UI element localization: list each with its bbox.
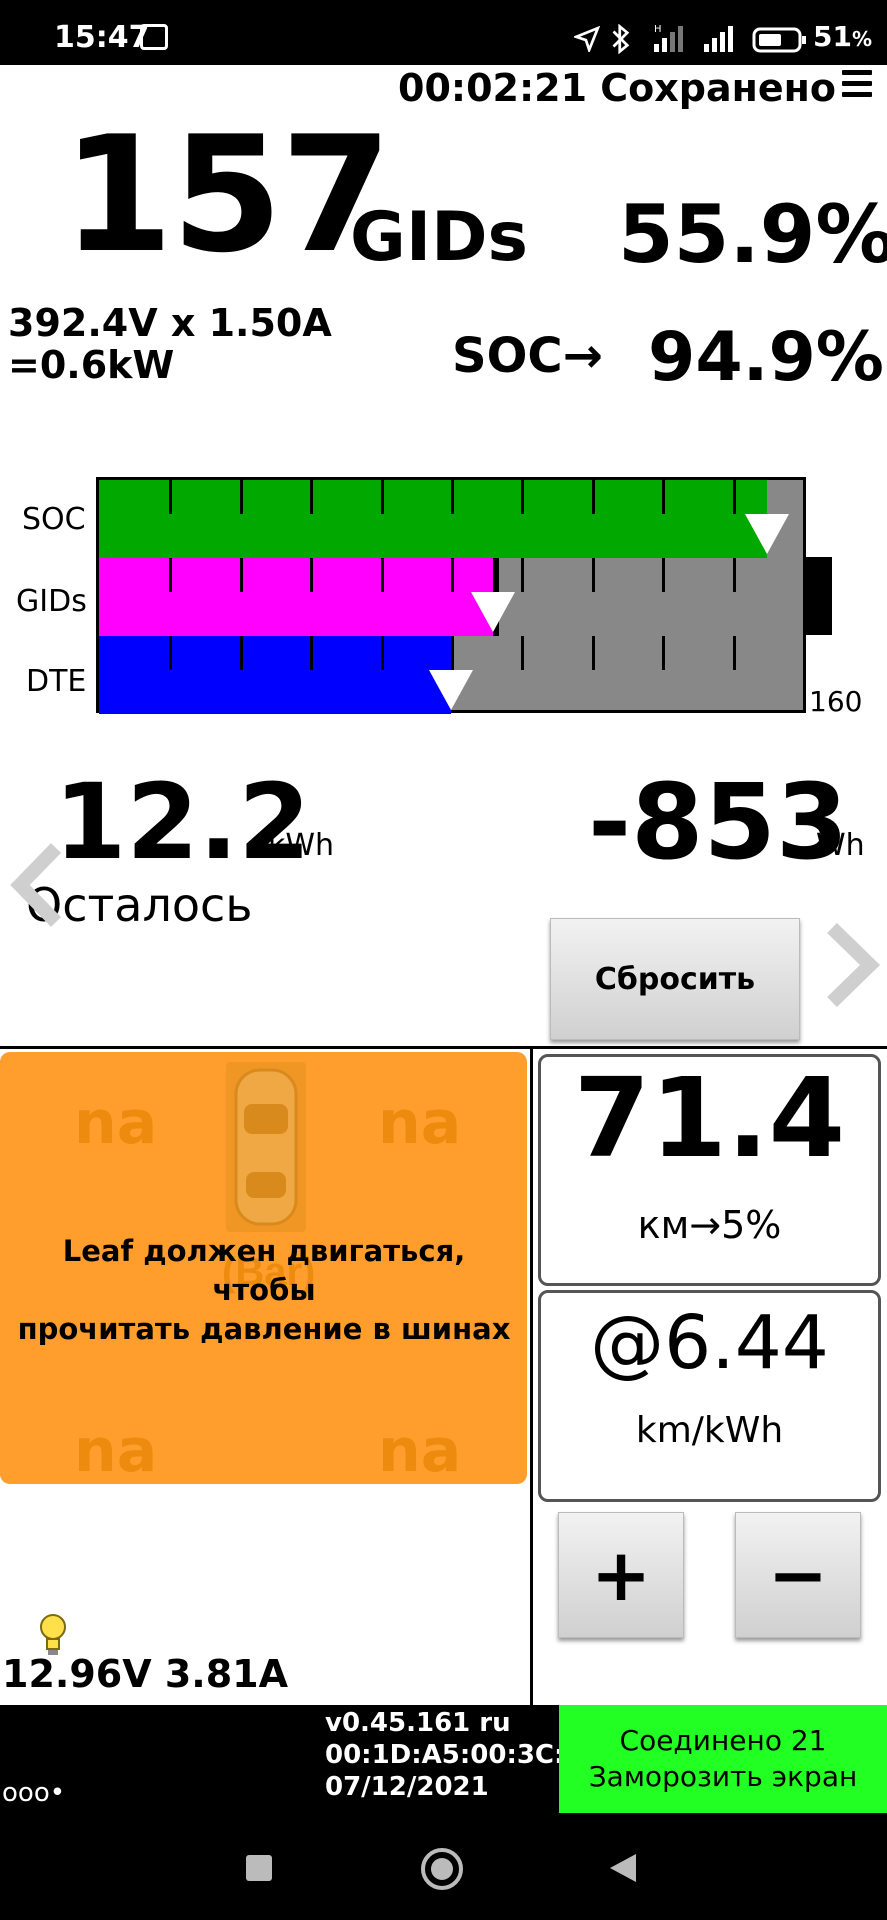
gauge-tick <box>733 480 736 514</box>
gauge-tick <box>169 558 172 592</box>
activity-dots: ooo• <box>2 1778 66 1808</box>
gauge-tick <box>381 480 384 514</box>
back-icon[interactable] <box>608 1852 638 1884</box>
soc-label: SOC→ <box>452 328 603 384</box>
dte-bar <box>99 636 451 714</box>
battery-terminal <box>806 557 832 635</box>
gauge-tick <box>662 558 665 592</box>
range-value: 71.4 <box>573 1054 846 1182</box>
gauge-tick <box>240 480 243 514</box>
recents-icon[interactable] <box>246 1855 272 1881</box>
plus-button[interactable]: + <box>558 1512 684 1638</box>
vertical-divider <box>530 1046 533 1706</box>
signal-1-icon: H <box>654 24 683 52</box>
location-icon <box>574 26 600 52</box>
status-bar: 15:47 H 51% <box>0 0 887 65</box>
battery-percent: 51% <box>813 20 873 53</box>
chevron-left-icon[interactable] <box>8 840 64 930</box>
gauge-tick <box>733 558 736 592</box>
gauge-tick <box>733 636 736 670</box>
gauge-tick <box>521 558 524 592</box>
voltage-current-text: 392.4V x 1.50A <box>8 301 332 345</box>
gauge-tick <box>662 636 665 670</box>
bluetooth-icon <box>612 24 630 54</box>
gauge-tick <box>521 636 524 670</box>
gauge-tick <box>240 636 243 670</box>
gauge-tick <box>381 558 384 592</box>
battery-icon <box>752 27 806 53</box>
gauge-tick <box>592 636 595 670</box>
gauge-tick <box>381 636 384 670</box>
gauge-tick <box>310 480 313 514</box>
tyre-front-right: na <box>378 1088 462 1158</box>
connection-status: Соединено 21 <box>619 1724 827 1757</box>
gallery-notification-icon <box>140 24 168 50</box>
efficiency-unit: km/kWh <box>635 1410 784 1451</box>
dte-marker <box>429 670 473 710</box>
horizontal-divider <box>0 1046 887 1049</box>
efficiency-value: @6.44 <box>590 1300 829 1386</box>
soc-value: 94.9% <box>648 318 884 397</box>
status-time: 15:47 <box>54 20 150 55</box>
gauge-tick <box>451 636 454 670</box>
gauge-label-soc: SOC <box>22 502 86 537</box>
gauge-tick <box>451 558 454 592</box>
gauge-tick <box>310 636 313 670</box>
range-sub: км→5% <box>637 1203 782 1247</box>
home-icon[interactable] <box>421 1848 463 1890</box>
svg-text:H: H <box>654 24 662 35</box>
gids-marker <box>471 592 515 632</box>
soc-marker <box>745 514 789 554</box>
gauge-tick <box>169 636 172 670</box>
tyre-rear-left: na <box>74 1416 158 1486</box>
used-energy-unit: Wh <box>816 828 865 863</box>
gids-value: 157 <box>62 101 392 288</box>
gauge-scale-max: 160 <box>809 685 863 718</box>
gauge-tick <box>521 480 524 514</box>
signal-2-icon <box>704 26 733 52</box>
tyre-message: Leaf должен двигаться, чтобы прочитать д… <box>8 1232 520 1349</box>
voltage-current: 392.4V x 1.50A =0.6kW <box>8 301 332 387</box>
power-text: =0.6kW <box>8 342 175 387</box>
gids-label: GIDs <box>350 198 529 277</box>
freeze-screen-label: Заморозить экран <box>588 1760 858 1794</box>
gauge-tick <box>592 480 595 514</box>
gauge-tick <box>310 558 313 592</box>
tyre-message-line2: прочитать давление в шинах <box>17 1312 511 1347</box>
gauge-label-gids: GIDs <box>16 584 87 619</box>
tyre-front-left: na <box>74 1088 158 1158</box>
gauge-tick <box>592 558 595 592</box>
gauge-tick <box>169 480 172 514</box>
reset-button[interactable]: Сбросить <box>550 918 800 1040</box>
remaining-energy-unit: kWh <box>268 828 335 863</box>
chevron-right-icon[interactable] <box>822 920 882 1010</box>
connection-button[interactable]: Соединено 21 Заморозить экран <box>559 1705 887 1813</box>
car-top-view-icon <box>226 1062 306 1232</box>
gids-percent: 55.9% <box>618 188 887 281</box>
gauge-label-dte: DTE <box>26 664 87 699</box>
menu-icon[interactable] <box>842 70 872 98</box>
minus-button[interactable]: − <box>735 1512 861 1638</box>
tyre-message-line1: Leaf должен двигаться, чтобы <box>62 1234 466 1308</box>
gauge-tick <box>662 480 665 514</box>
tyre-rear-right: na <box>378 1416 462 1486</box>
aux-battery-readout: 12.96V 3.81A <box>2 1652 289 1696</box>
used-energy-value: -853 <box>588 761 849 883</box>
gids-bar <box>99 558 493 636</box>
soc-bar <box>99 480 767 558</box>
battery-gauge <box>96 477 806 714</box>
elapsed-time-saved: 00:02:21 Сохранено <box>398 66 837 110</box>
gauge-tick <box>451 480 454 514</box>
gauge-tick <box>240 558 243 592</box>
